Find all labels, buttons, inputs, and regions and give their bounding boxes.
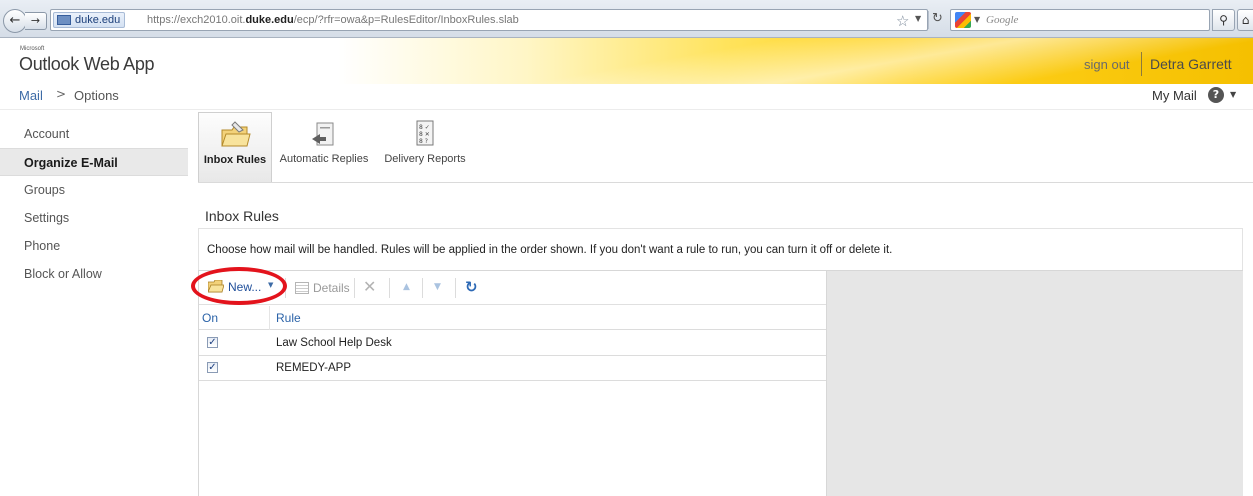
delivery-report-icon: 8 ✓ 8 ✕ 8 ? xyxy=(416,120,434,146)
description-panel: Choose how mail will be handled. Rules w… xyxy=(198,228,1243,270)
sign-out-link[interactable]: sign out xyxy=(1084,57,1130,72)
description-text: Choose how mail will be handled. Rules w… xyxy=(207,244,893,256)
browser-toolbar: ← → duke.edu https://exch2010.oit.duke.e… xyxy=(0,0,1253,38)
svg-text:8 ✓: 8 ✓ xyxy=(419,124,430,131)
rules-list-panel: New... ▼ Details ✕ ▲ ▼ ↻ On Rule ✓ Law S… xyxy=(198,270,827,496)
url-text: https://exch2010.oit.duke.edu/ecp/?rfr=o… xyxy=(147,14,519,26)
help-dropdown-icon[interactable]: ▼ xyxy=(1230,90,1236,99)
search-box[interactable]: ▼ Google xyxy=(950,9,1210,31)
move-down-icon[interactable]: ▼ xyxy=(434,282,441,292)
highlight-annotation-circle xyxy=(191,267,287,305)
tab-delivery-reports-label: Delivery Reports xyxy=(384,153,466,165)
bookmark-star-icon[interactable]: ☆ xyxy=(896,12,909,30)
url-suffix: /ecp/?rfr=owa&p=RulesEditor/InboxRules.s… xyxy=(293,14,519,26)
forward-button[interactable]: → xyxy=(25,12,47,30)
my-mail-link[interactable]: My Mail xyxy=(1152,88,1197,103)
column-divider xyxy=(269,306,270,330)
sidebar-item-account[interactable]: Account xyxy=(0,120,188,148)
sidebar-item-settings[interactable]: Settings xyxy=(0,204,188,232)
toolbar-separator xyxy=(389,278,390,298)
sidebar-item-block-or-allow[interactable]: Block or Allow xyxy=(0,260,188,288)
table-header: On Rule xyxy=(199,306,826,330)
tab-delivery-reports[interactable]: 8 ✓ 8 ✕ 8 ? Delivery Reports xyxy=(378,112,472,182)
search-engine-dropdown-icon[interactable]: ▼ xyxy=(974,15,980,24)
rule-enabled-checkbox[interactable]: ✓ xyxy=(207,362,218,373)
details-button[interactable]: Details xyxy=(295,278,350,298)
site-identity-label: duke.edu xyxy=(75,14,121,26)
table-row[interactable]: ✓ REMEDY-APP xyxy=(199,356,826,381)
move-up-icon[interactable]: ▲ xyxy=(403,282,410,292)
breadcrumb-separator: > xyxy=(56,87,67,101)
site-favicon-icon xyxy=(57,15,71,25)
sidebar-item-groups[interactable]: Groups xyxy=(0,176,188,204)
svg-text:8 ✕: 8 ✕ xyxy=(419,131,430,138)
back-button[interactable]: ← xyxy=(3,9,27,33)
auto-reply-icon xyxy=(312,122,334,146)
site-identity-button[interactable]: duke.edu xyxy=(53,12,126,28)
tabs-divider xyxy=(198,182,1253,183)
help-icon[interactable]: ? xyxy=(1208,87,1224,103)
column-header-on[interactable]: On xyxy=(202,311,218,325)
user-name-link[interactable]: Detra Garrett xyxy=(1150,56,1232,72)
header-divider xyxy=(1141,52,1142,76)
url-domain: duke.edu xyxy=(245,14,294,26)
history-dropdown-icon[interactable]: ▼ xyxy=(915,14,921,23)
url-prefix: https://exch2010.oit. xyxy=(147,14,246,26)
tab-inbox-rules-label: Inbox Rules xyxy=(203,154,267,166)
details-icon xyxy=(295,282,309,294)
rule-detail-pane xyxy=(827,270,1243,496)
toolbar-separator xyxy=(455,278,456,298)
sidebar-item-phone[interactable]: Phone xyxy=(0,232,188,260)
rules-toolbar: New... ▼ Details ✕ ▲ ▼ ↻ xyxy=(199,271,826,305)
microsoft-brand-label: Microsoft xyxy=(20,46,45,52)
folder-rules-icon xyxy=(221,121,251,147)
search-placeholder: Google xyxy=(986,14,1019,26)
rule-name: REMEDY-APP xyxy=(276,362,351,374)
rule-enabled-checkbox[interactable]: ✓ xyxy=(207,337,218,348)
address-bar[interactable]: duke.edu https://exch2010.oit.duke.edu/e… xyxy=(50,9,928,31)
svg-text:8 ?: 8 ? xyxy=(419,138,428,145)
delete-icon[interactable]: ✕ xyxy=(363,277,376,296)
toolbar-separator xyxy=(422,278,423,298)
tab-automatic-replies-label: Automatic Replies xyxy=(279,153,369,165)
toolbar-separator xyxy=(354,278,355,298)
app-title: Outlook Web App xyxy=(19,54,155,74)
breadcrumb-mail-link[interactable]: Mail xyxy=(19,88,43,103)
tab-automatic-replies[interactable]: Automatic Replies xyxy=(277,112,371,182)
reload-icon[interactable]: ↻ xyxy=(928,11,946,29)
search-icon[interactable]: ⚲ xyxy=(1212,9,1235,31)
rule-name: Law School Help Desk xyxy=(276,337,392,349)
owa-header: Microsoft Outlook Web App sign out Detra… xyxy=(0,38,1253,84)
breadcrumb: Mail > Options My Mail ? ▼ xyxy=(0,84,1253,110)
refresh-icon[interactable]: ↻ xyxy=(465,278,478,296)
column-header-rule[interactable]: Rule xyxy=(276,311,301,325)
sidebar-item-organize-email[interactable]: Organize E-Mail xyxy=(0,148,188,176)
google-logo-icon[interactable] xyxy=(955,12,971,28)
home-icon[interactable]: ⌂ xyxy=(1237,9,1253,31)
breadcrumb-current: Options xyxy=(74,88,119,103)
page-title: Inbox Rules xyxy=(205,208,279,224)
table-row[interactable]: ✓ Law School Help Desk xyxy=(199,331,826,356)
details-label: Details xyxy=(313,281,350,295)
tab-inbox-rules[interactable]: Inbox Rules xyxy=(198,112,272,182)
